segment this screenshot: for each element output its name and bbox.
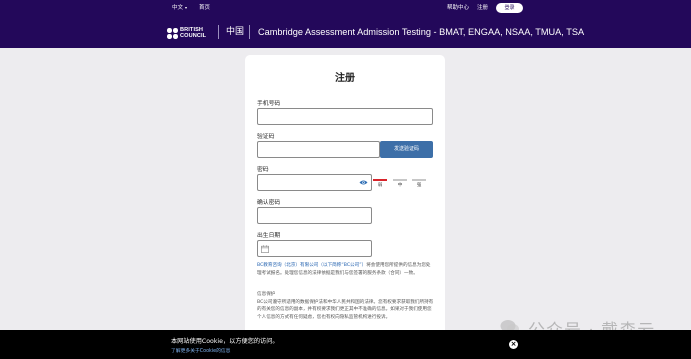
confirm-password-label: 确认密码 bbox=[257, 200, 281, 206]
strength-weak: 弱 bbox=[373, 179, 387, 188]
registration-card: 注册 手机号码 验证码 发送验证码 密码 弱 中 强 确认密码 出生日期 BC教… bbox=[245, 55, 445, 345]
header-divider bbox=[218, 25, 219, 39]
language-selector[interactable]: 中文 ▾ bbox=[172, 0, 187, 16]
top-bar: 中文 ▾ 首页 帮助中心 注册 登录 bbox=[0, 0, 691, 16]
page-title: 注册 bbox=[335, 73, 355, 84]
password-label: 密码 bbox=[257, 167, 269, 173]
country-label: 中国 bbox=[226, 27, 245, 37]
logo-text: BRITISH COUNCIL bbox=[180, 27, 206, 39]
send-code-button[interactable]: 发送验证码 bbox=[380, 141, 433, 158]
strength-weak-label: 弱 bbox=[377, 182, 383, 188]
password-input[interactable] bbox=[257, 174, 372, 191]
company-link[interactable]: BC教育咨询（北京）有限公司（以下简称“BC公司”） bbox=[257, 263, 366, 268]
strength-medium: 中 bbox=[393, 179, 407, 188]
dob-label: 出生日期 bbox=[257, 233, 281, 239]
consent-text: BC教育咨询（北京）有限公司（以下简称“BC公司”）将会使用您所提供的信息为您处… bbox=[257, 262, 435, 277]
site-header: BRITISH COUNCIL 中国 Cambridge Assessment … bbox=[0, 16, 691, 48]
register-link[interactable]: 注册 bbox=[477, 0, 488, 16]
dob-input[interactable] bbox=[257, 240, 372, 257]
header-divider bbox=[249, 25, 250, 39]
cookie-info-link[interactable]: 了解更多关于Cookie的信息 bbox=[171, 347, 230, 354]
british-council-logo[interactable]: BRITISH COUNCIL bbox=[167, 27, 212, 39]
privacy-title: 信息保护 bbox=[257, 292, 276, 297]
confirm-password-input[interactable] bbox=[257, 207, 372, 224]
strength-medium-label: 中 bbox=[397, 182, 403, 188]
logo-dots-icon bbox=[167, 28, 178, 39]
strength-strong-label: 强 bbox=[416, 182, 422, 188]
chevron-down-icon: ▾ bbox=[185, 5, 188, 10]
logo-line-2: COUNCIL bbox=[180, 33, 207, 39]
help-center-link[interactable]: 帮助中心 bbox=[447, 0, 469, 16]
verification-code-input[interactable] bbox=[257, 141, 380, 158]
calendar-icon[interactable] bbox=[261, 245, 269, 253]
site-title: Cambridge Assessment Admission Testing -… bbox=[258, 27, 585, 37]
privacy-section: 信息保护 BC公司遵守所适用的数据保护法和中华人民共和国的法律。您有权要求获取我… bbox=[257, 291, 435, 321]
cookie-banner: 本网站使用Cookie，以方便您的访问。 了解更多关于Cookie的信息 × bbox=[0, 330, 691, 359]
close-icon[interactable]: × bbox=[509, 340, 518, 349]
login-button[interactable]: 登录 bbox=[496, 3, 523, 13]
strength-strong: 强 bbox=[412, 179, 426, 188]
phone-input[interactable] bbox=[257, 108, 433, 125]
eye-icon[interactable] bbox=[359, 179, 368, 186]
home-link[interactable]: 首页 bbox=[199, 0, 210, 16]
privacy-body: BC公司遵守所适用的数据保护法和中华人民共和国的法律。您有权要求获取我们所持有的… bbox=[257, 299, 434, 320]
language-label: 中文 bbox=[172, 5, 184, 11]
phone-label: 手机号码 bbox=[257, 101, 281, 107]
code-label: 验证码 bbox=[257, 134, 275, 140]
cookie-message: 本网站使用Cookie，以方便您的访问。 bbox=[171, 338, 279, 345]
